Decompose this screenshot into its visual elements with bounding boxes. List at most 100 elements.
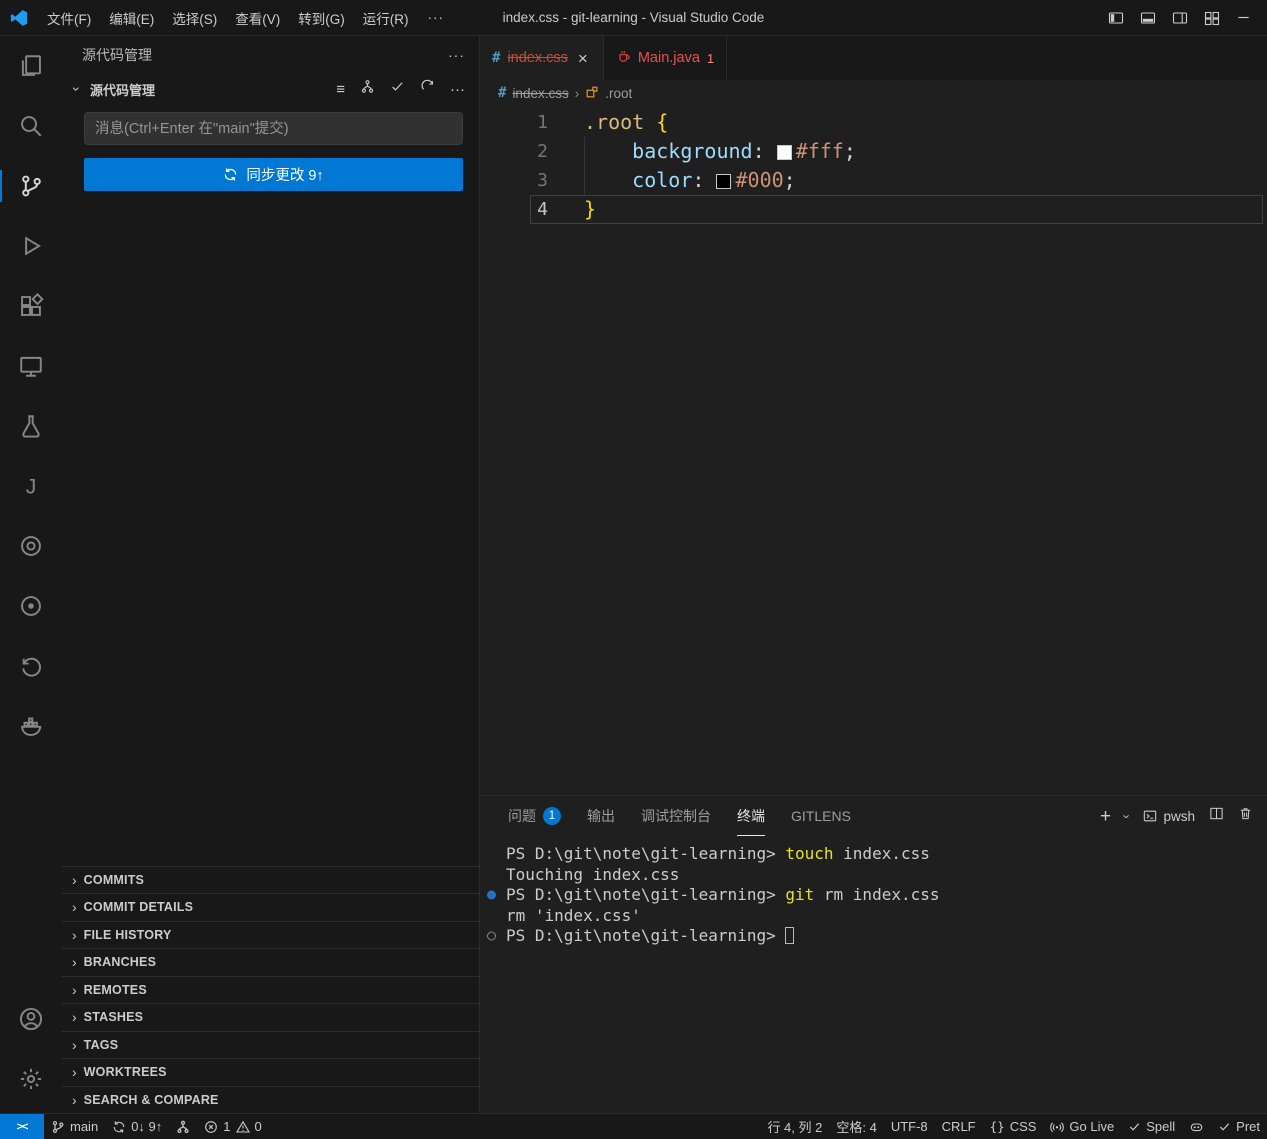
code-line[interactable]: 2 background: #fff; [480, 137, 1267, 166]
split-terminal-icon[interactable] [1209, 806, 1224, 826]
activity-settings[interactable] [0, 1049, 62, 1109]
activity-run-debug[interactable] [0, 216, 62, 276]
activity-extensions[interactable] [0, 276, 62, 336]
sync-changes-button[interactable]: 同步更改 9↑ [84, 158, 463, 191]
code-line[interactable]: 3 color: #000; [480, 166, 1267, 195]
spell-checker-item[interactable]: Spell [1121, 1114, 1182, 1139]
cursor-position-item[interactable]: 行 4, 列 2 [760, 1114, 829, 1139]
menu-item[interactable]: 选择(S) [163, 4, 226, 32]
encoding-item[interactable]: UTF-8 [884, 1114, 935, 1139]
menu-item[interactable]: 编辑(E) [100, 4, 163, 32]
close-icon[interactable]: × [575, 49, 591, 68]
layout-sidebar-icon[interactable] [1108, 10, 1124, 26]
color-swatch[interactable] [777, 145, 792, 160]
branch-status-item[interactable]: main [44, 1114, 105, 1139]
layout-secondary-sidebar-icon[interactable] [1172, 10, 1188, 26]
code-editor[interactable]: 1.root {2 background: #fff;3 color: #000… [480, 106, 1267, 795]
panel-tab-gitlens[interactable]: GITLENS [791, 796, 851, 836]
menu-item[interactable]: 转到(G) [289, 4, 354, 32]
activity-testing[interactable] [0, 396, 62, 456]
section-branches[interactable]: ›BRANCHES [62, 948, 479, 976]
scm-section-title: 源代码管理 [90, 80, 155, 99]
line-number: 4 [480, 195, 548, 224]
terminal-content[interactable]: PS D:\git\note\git-learning> touch index… [480, 836, 1267, 1113]
language-mode-item[interactable]: {} CSS [983, 1114, 1044, 1139]
menu-more-icon[interactable]: ··· [418, 6, 455, 29]
refresh-icon[interactable] [420, 79, 435, 99]
copilot-icon [1189, 1120, 1204, 1134]
more-actions-icon[interactable]: ··· [450, 81, 465, 98]
activity-java[interactable]: J [0, 456, 62, 516]
search-icon [18, 113, 44, 139]
new-terminal-icon[interactable]: + [1100, 807, 1111, 826]
activity-account[interactable] [0, 989, 62, 1049]
panel-tab-terminal[interactable]: 终端 [737, 796, 765, 836]
menu-item[interactable]: 运行(R) [354, 4, 418, 32]
minimize-icon[interactable] [1236, 10, 1251, 25]
section-file-history[interactable]: ›FILE HISTORY [62, 921, 479, 949]
scm-section-header[interactable]: › 源代码管理 ≡ ··· [62, 74, 479, 104]
menu-item[interactable]: 查看(V) [226, 4, 289, 32]
sync-status-item[interactable]: 0↓ 9↑ [105, 1114, 169, 1139]
branch-name: main [70, 1119, 98, 1134]
encoding: UTF-8 [891, 1119, 928, 1134]
prettier-label: Pret [1236, 1119, 1260, 1134]
section-worktrees[interactable]: ›WORKTREES [62, 1058, 479, 1086]
workbench: J 源代码管理 ··· › 源代码管理 ≡ ··· [0, 36, 1267, 1113]
activity-search[interactable] [0, 96, 62, 156]
activity-gitlens[interactable] [0, 516, 62, 576]
code-token: background [632, 139, 752, 163]
panel-tab-debug-console[interactable]: 调试控制台 [641, 796, 711, 836]
terminal-text: rm 'index.css' [506, 906, 641, 925]
kill-terminal-icon[interactable] [1238, 806, 1253, 826]
activity-docker[interactable] [0, 696, 62, 756]
section-stashes[interactable]: ›STASHES [62, 1003, 479, 1031]
panel-tab-output[interactable]: 输出 [587, 796, 615, 836]
breadcrumb-file[interactable]: index.css [512, 86, 568, 101]
section-label: TAGS [84, 1038, 119, 1052]
color-swatch[interactable] [716, 174, 731, 189]
section-search-compare[interactable]: ›SEARCH & COMPARE [62, 1086, 479, 1114]
commit-graph-status-item[interactable] [169, 1114, 197, 1139]
chevron-right-icon: › [72, 1009, 77, 1025]
activity-explorer[interactable] [0, 36, 62, 96]
activity-live-server[interactable] [0, 576, 62, 636]
breadcrumb-symbol[interactable]: .root [605, 86, 632, 101]
section-label: REMOTES [84, 983, 147, 997]
terminal-profile-item[interactable]: pwsh [1143, 809, 1195, 824]
section-commit-details[interactable]: ›COMMIT DETAILS [62, 893, 479, 921]
panel-tab-problems[interactable]: 问题 1 [508, 796, 561, 836]
commit-message-input[interactable] [84, 112, 463, 145]
section-tags[interactable]: ›TAGS [62, 1031, 479, 1059]
prettier-item[interactable]: Pret [1211, 1114, 1267, 1139]
commit-check-icon[interactable] [390, 79, 405, 99]
layout-panel-icon[interactable] [1140, 10, 1156, 26]
tab-index-css[interactable]: # index.css × [480, 36, 604, 80]
activity-git-graph[interactable] [0, 636, 62, 696]
view-as-list-icon[interactable]: ≡ [336, 81, 345, 98]
chevron-down-icon[interactable]: › [1120, 814, 1135, 818]
menu-item[interactable]: 文件(F) [38, 4, 100, 32]
code-lines: 1.root {2 background: #fff;3 color: #000… [480, 108, 1267, 224]
commit-graph-icon[interactable] [360, 79, 375, 99]
code-line[interactable]: 4} [480, 195, 1267, 224]
copilot-status-item[interactable] [1182, 1114, 1211, 1139]
section-remotes[interactable]: ›REMOTES [62, 976, 479, 1004]
panel-tab-label: 问题 [508, 806, 536, 826]
code-line[interactable]: 1.root { [480, 108, 1267, 137]
activity-remote-explorer[interactable] [0, 336, 62, 396]
indentation-item[interactable]: 空格: 4 [829, 1114, 883, 1139]
sidebar-title: 源代码管理 [82, 45, 152, 65]
eol-item[interactable]: CRLF [935, 1114, 983, 1139]
activity-source-control[interactable] [0, 156, 62, 216]
problems-status-item[interactable]: 1 0 [197, 1114, 268, 1139]
terminal-text: PS D:\git\note\git-learning> [506, 926, 785, 945]
tab-main-java[interactable]: Main.java 1 [604, 36, 727, 80]
remote-indicator[interactable]: >< [0, 1114, 44, 1139]
more-actions-icon[interactable]: ··· [448, 47, 465, 63]
customize-layout-icon[interactable] [1204, 10, 1220, 26]
section-label: COMMITS [84, 873, 144, 887]
go-live-item[interactable]: Go Live [1043, 1114, 1121, 1139]
section-commits[interactable]: ›COMMITS [62, 866, 479, 894]
code-line-content: .root { [584, 108, 668, 137]
